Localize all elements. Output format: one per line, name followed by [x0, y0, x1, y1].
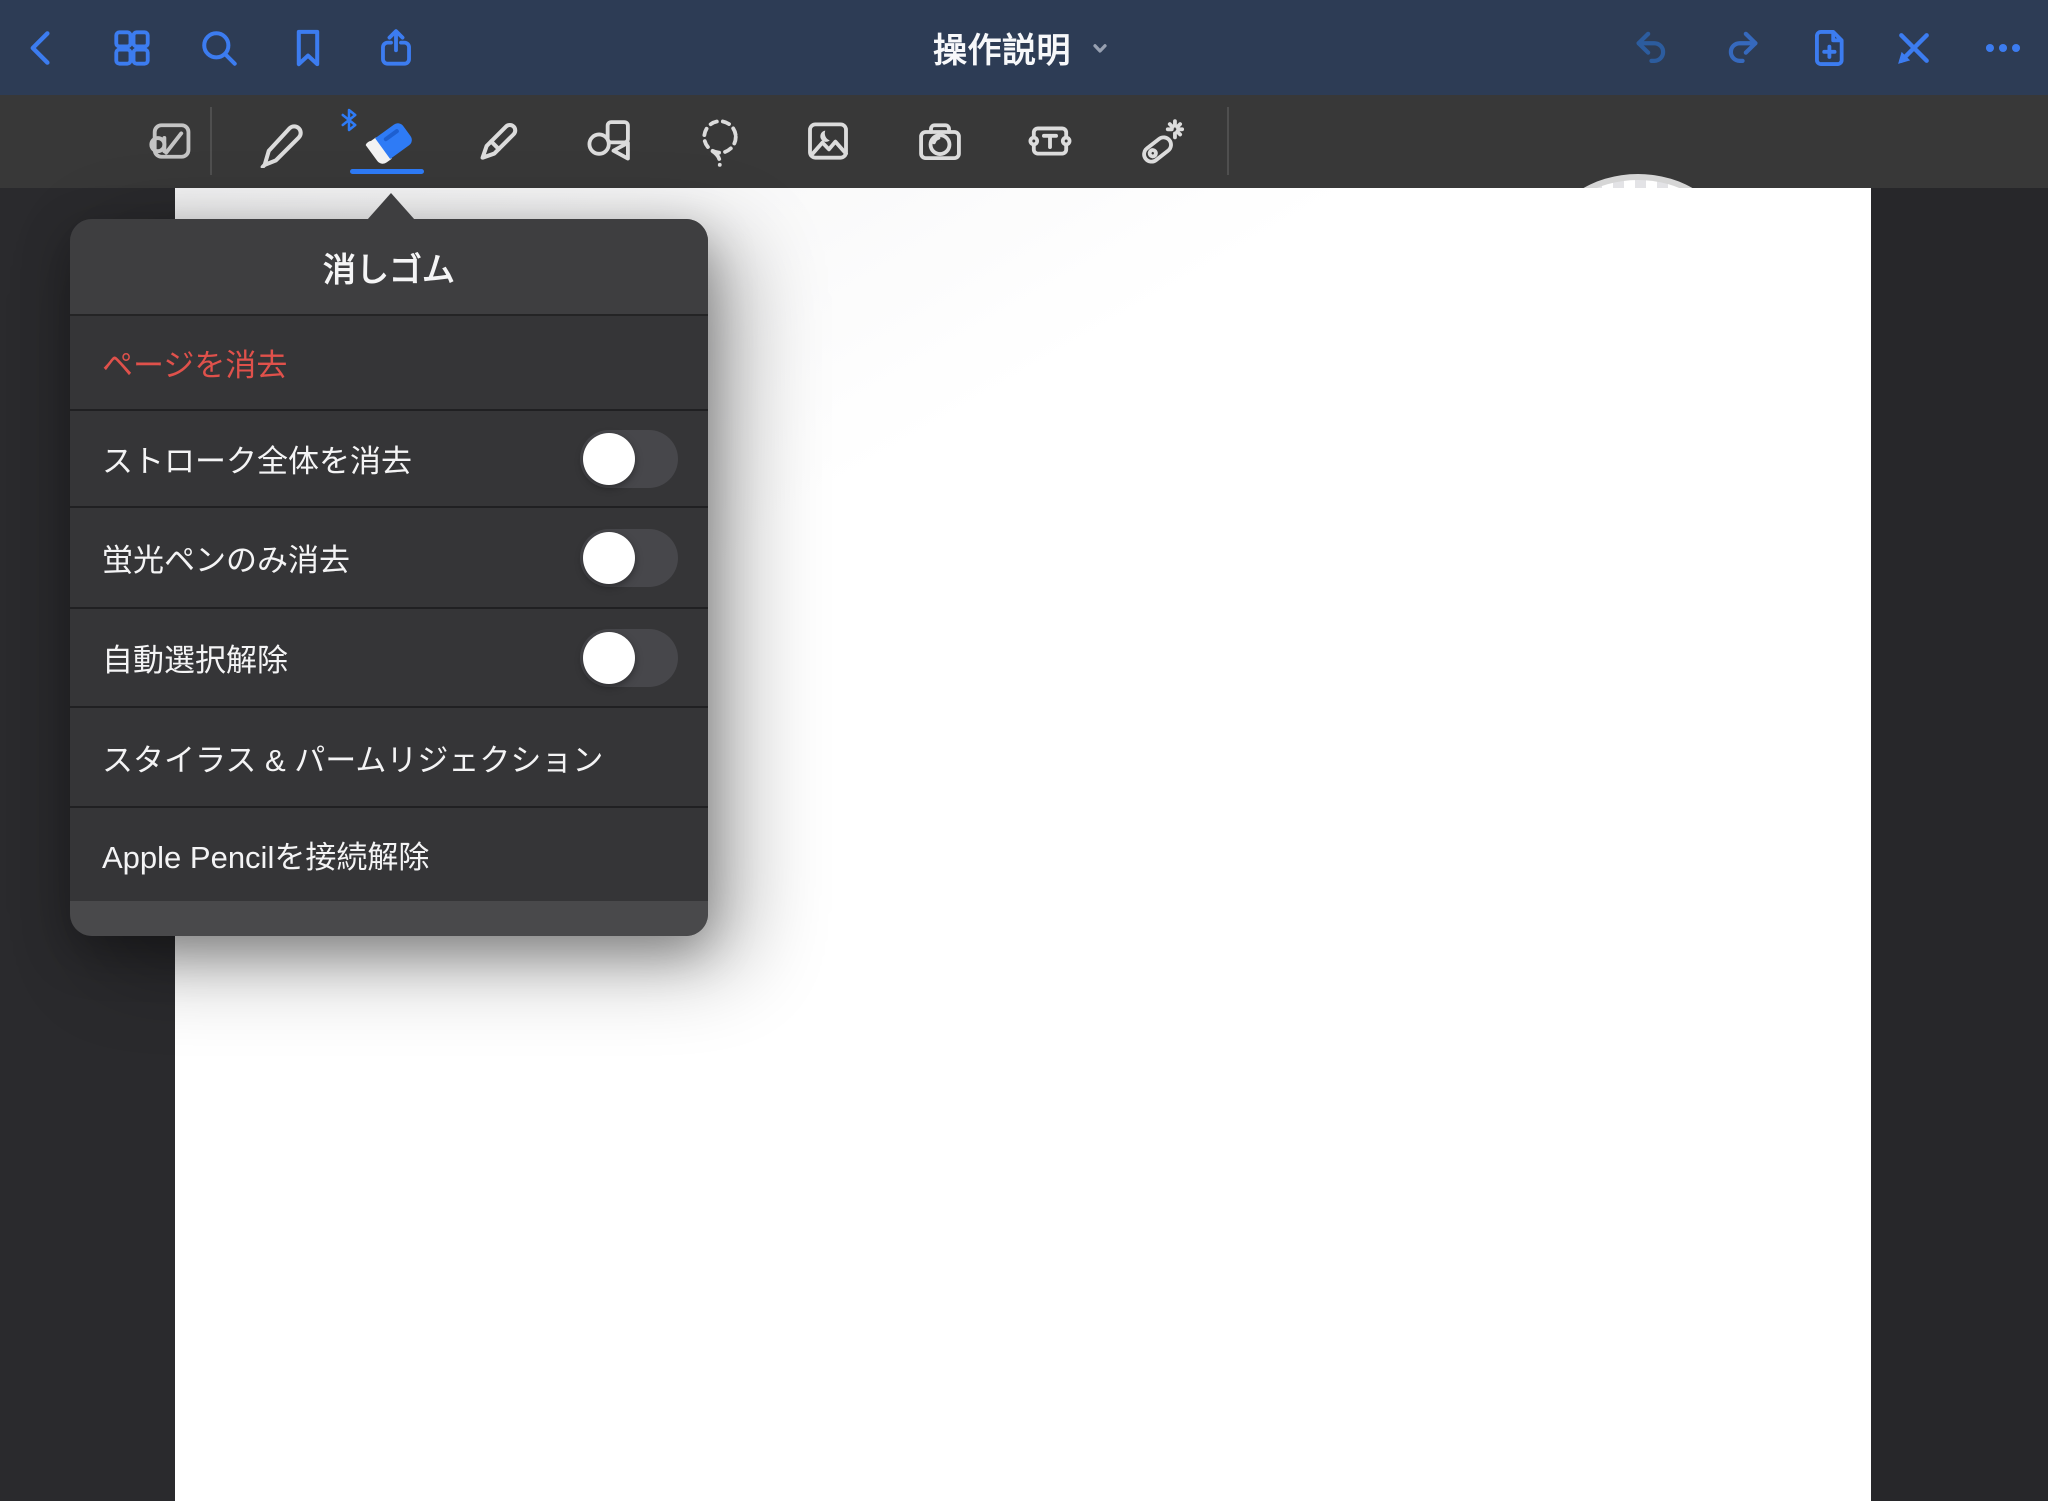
- image-icon: [801, 114, 855, 168]
- undo-icon: [1629, 25, 1675, 71]
- popover-bottom-band: [70, 901, 708, 936]
- shapes-icon: [582, 114, 636, 168]
- tool-camera[interactable]: [911, 112, 969, 170]
- document-title: 操作説明: [933, 23, 1071, 72]
- tool-image[interactable]: [799, 112, 857, 170]
- toggle-knob: [583, 632, 635, 684]
- menu-item-erase-highlighter-only: 蛍光ペンのみ消去: [70, 508, 708, 609]
- tool-lasso[interactable]: [691, 112, 749, 170]
- selected-tool-indicator: [350, 169, 424, 174]
- lasso-icon: [693, 114, 747, 168]
- canvas-margin-right: [1871, 188, 2048, 1501]
- redo-icon: [1719, 25, 1765, 71]
- goodnotes-app: 操作説明: [0, 0, 2048, 1501]
- laser-pointer-icon: [1134, 114, 1188, 168]
- toolbar-separator: [210, 107, 212, 175]
- popover-title: 消しゴム: [70, 219, 708, 316]
- eraser-settings-popover: 消しゴム ページを消去 ストローク全体を消去 蛍光ペンのみ消去 自動選択解除 ス…: [70, 219, 708, 936]
- eraser-icon: [360, 112, 418, 170]
- menu-item-erase-entire-stroke: ストローク全体を消去: [70, 411, 708, 508]
- drawing-toolbar: [0, 95, 2048, 188]
- menu-item-clear-page[interactable]: ページを消去: [70, 316, 708, 411]
- tool-view-mode[interactable]: [141, 112, 199, 170]
- tool-eraser[interactable]: [360, 112, 418, 170]
- erase-highlighter-only-toggle[interactable]: [580, 529, 678, 587]
- pen-icon: [253, 114, 307, 168]
- menu-item-auto-deselect: 自動選択解除: [70, 609, 708, 708]
- view-mode-icon: [143, 114, 197, 168]
- top-navigation-bar: 操作説明: [0, 0, 2048, 95]
- add-page-icon: [1806, 25, 1852, 71]
- bluetooth-icon: [334, 103, 364, 137]
- erase-entire-stroke-toggle[interactable]: [580, 430, 678, 488]
- ellipsis-icon: [1980, 25, 2026, 71]
- toolbar-separator: [1227, 107, 1229, 175]
- tool-shapes[interactable]: [580, 112, 638, 170]
- disable-pen-button[interactable]: [1890, 24, 1938, 72]
- undo-button[interactable]: [1628, 24, 1676, 72]
- tool-highlighter[interactable]: [468, 112, 526, 170]
- chevron-down-icon: [1085, 33, 1115, 63]
- tool-pen[interactable]: [251, 112, 309, 170]
- redo-button[interactable]: [1718, 24, 1766, 72]
- menu-item-disconnect-apple-pencil[interactable]: Apple Pencilを接続解除: [70, 808, 708, 901]
- eraser-size-large[interactable]: [1552, 174, 1724, 188]
- menu-item-stylus-palm-rejection[interactable]: スタイラス & パームリジェクション: [70, 708, 708, 808]
- text-box-icon: [1023, 114, 1077, 168]
- highlighter-icon: [470, 114, 524, 168]
- pen-crossed-icon: [1891, 25, 1937, 71]
- tool-laser-pointer[interactable]: [1132, 112, 1190, 170]
- add-page-button[interactable]: [1805, 24, 1853, 72]
- camera-icon: [913, 114, 967, 168]
- toggle-knob: [583, 532, 635, 584]
- auto-deselect-toggle[interactable]: [580, 629, 678, 687]
- toggle-knob: [583, 433, 635, 485]
- more-button[interactable]: [1979, 24, 2027, 72]
- tool-text[interactable]: [1021, 112, 1079, 170]
